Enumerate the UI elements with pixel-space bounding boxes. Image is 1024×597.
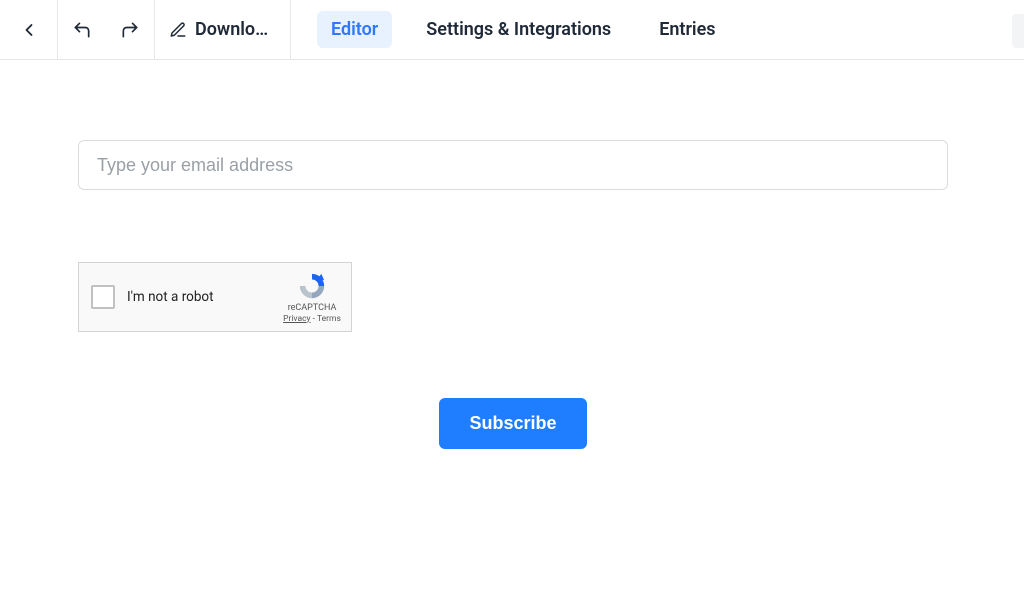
tab-settings[interactable]: Settings & Integrations: [412, 11, 625, 48]
tab-entries[interactable]: Entries: [645, 11, 729, 48]
redo-icon: [120, 20, 140, 40]
tab-bar: Editor Settings & Integrations Entries: [291, 11, 730, 48]
undo-button[interactable]: [58, 0, 106, 60]
form-canvas: I'm not a robot reCAPTCHA Privacy - Term…: [0, 60, 1024, 449]
topbar: Downlo… Editor Settings & Integrations E…: [0, 0, 1024, 60]
back-button[interactable]: [0, 0, 58, 60]
recaptcha-label: I'm not a robot: [127, 289, 283, 305]
pencil-icon: [169, 21, 187, 39]
undo-icon: [72, 20, 92, 40]
history-group: [58, 0, 155, 60]
chevron-left-icon: [19, 20, 39, 40]
form-name-label: Downlo…: [195, 19, 268, 40]
recaptcha-brand: reCAPTCHA: [288, 303, 337, 313]
tab-editor[interactable]: Editor: [317, 11, 392, 48]
recaptcha-privacy-link[interactable]: Privacy: [283, 314, 310, 324]
form-name-button[interactable]: Downlo…: [155, 0, 291, 60]
recaptcha-checkbox[interactable]: [91, 285, 115, 309]
recaptcha-branding: reCAPTCHA Privacy - Terms: [283, 271, 341, 324]
recaptcha-icon: [297, 271, 327, 301]
submit-row: Subscribe: [78, 398, 948, 449]
email-field[interactable]: [78, 140, 948, 190]
recaptcha-links: Privacy - Terms: [283, 314, 341, 324]
redo-button[interactable]: [106, 0, 154, 60]
recaptcha-widget: I'm not a robot reCAPTCHA Privacy - Term…: [78, 262, 352, 332]
subscribe-button[interactable]: Subscribe: [439, 398, 586, 449]
right-panel-edge[interactable]: [1012, 14, 1024, 48]
recaptcha-terms-link[interactable]: Terms: [317, 314, 341, 324]
